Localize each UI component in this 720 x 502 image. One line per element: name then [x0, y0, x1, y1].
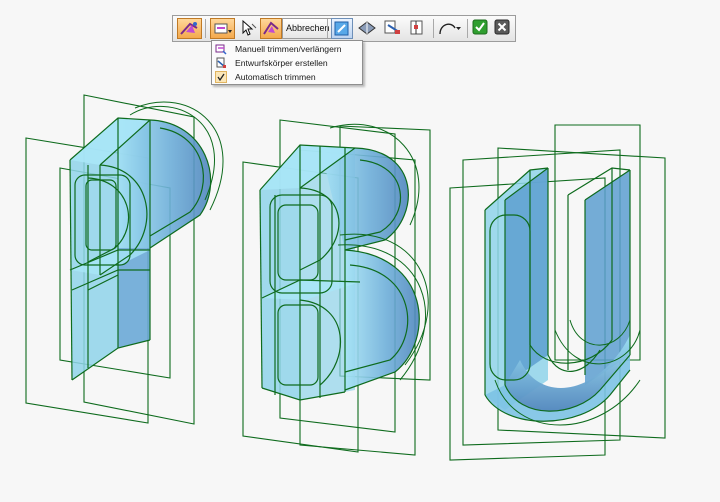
letter-u-solid[interactable] [449, 124, 666, 461]
letter-p-solid[interactable] [25, 94, 224, 425]
menu-item-label: Entwurfskörper erstellen [235, 58, 328, 68]
trim-options-icon [214, 23, 232, 34]
menu-item-manual-trim[interactable]: Manuell trimmen/verlängern [213, 42, 361, 56]
create-body-icon [384, 20, 400, 34]
select-button[interactable] [237, 18, 259, 39]
letter-b-solid[interactable] [242, 119, 431, 456]
menu-item-auto-trim[interactable]: Automatisch trimmen [213, 70, 361, 84]
split-icon [410, 20, 423, 35]
extend-button[interactable] [331, 18, 353, 39]
trim-mode-button[interactable] [177, 18, 202, 39]
accept-icon [472, 19, 488, 35]
create-body-button[interactable] [381, 18, 403, 39]
split-button[interactable] [406, 18, 428, 39]
flip-icon [358, 21, 376, 35]
trim-toolbar: Abbrechen [172, 15, 516, 42]
menu-item-label: Automatisch trimmen [235, 72, 316, 82]
menu-item-create-draft-body[interactable]: Entwurfskörper erstellen [213, 56, 361, 70]
curve-dropdown-button[interactable] [437, 18, 463, 39]
menu-item-label: Manuell trimmen/verlängern [235, 44, 342, 54]
select-pointer-icon [242, 19, 257, 36]
curve-dropdown-icon [439, 23, 461, 35]
trim-options-button[interactable] [210, 18, 235, 39]
accept-button[interactable] [471, 18, 491, 39]
cancel-button[interactable]: Abbrechen [282, 18, 334, 39]
close-button[interactable] [493, 18, 513, 39]
checkmark-icon [215, 71, 227, 83]
flip-button[interactable] [356, 18, 378, 39]
trim-mode-icon [180, 22, 198, 35]
close-icon [494, 19, 510, 35]
manual-trim-icon [215, 44, 227, 55]
create-draft-body-icon [216, 57, 226, 68]
trim-options-menu: Manuell trimmen/verlängern Entwurfskörpe… [211, 40, 363, 85]
extend-icon [334, 21, 349, 36]
auto-trim-button[interactable] [260, 18, 282, 39]
auto-trim-icon [263, 21, 279, 35]
